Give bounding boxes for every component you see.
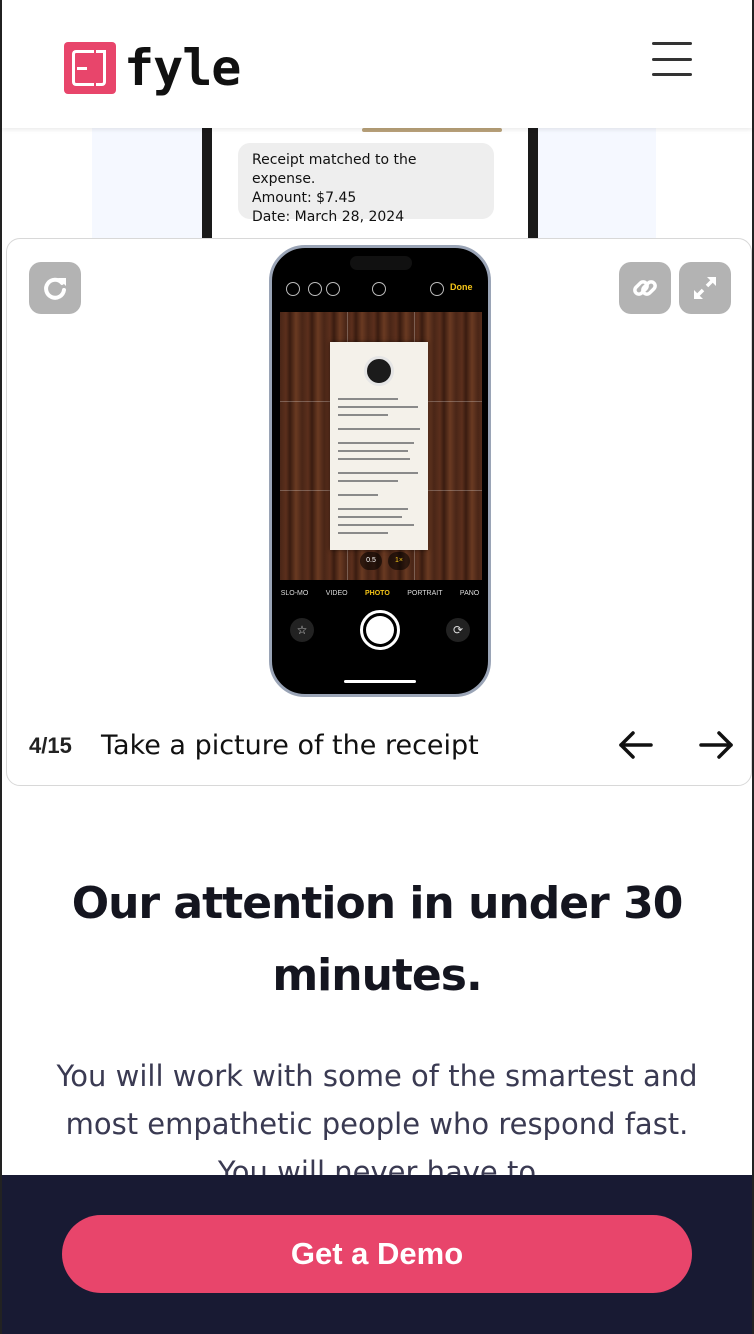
phone-camera-mockup: Done 0.5 1× SLO-MO VIDEO PHOTO PORTRAIT … — [269, 245, 491, 697]
hamburger-menu-icon[interactable] — [652, 42, 692, 76]
arrow-left-icon[interactable] — [615, 727, 655, 763]
site-header: fyle — [2, 0, 752, 128]
copy-link-button[interactable] — [619, 262, 671, 314]
bubble-line: Date: March 28, 2024 — [252, 209, 405, 225]
sticky-cta-bar: Get a Demo — [2, 1175, 752, 1334]
section-body: You will work with some of the smartest … — [56, 1059, 698, 1176]
mode-label: SLO-MO — [280, 590, 309, 597]
receipt-image — [330, 342, 428, 550]
zoom-option: 0.5 — [360, 552, 382, 570]
fullscreen-button[interactable] — [679, 262, 731, 314]
camera-top-controls: Done — [272, 274, 488, 314]
live-icon — [430, 282, 444, 296]
done-label: Done — [450, 282, 473, 292]
camera-modes: SLO-MO VIDEO PHOTO PORTRAIT PANO — [272, 590, 488, 597]
mode-label: PORTRAIT — [407, 590, 443, 597]
zoom-controls: 0.5 1× — [360, 552, 410, 570]
live-photo-icon — [286, 282, 300, 296]
bubble-line: Receipt matched to the expense. — [252, 152, 417, 187]
filter-icon — [326, 282, 340, 296]
walkthrough-card: Done 0.5 1× SLO-MO VIDEO PHOTO PORTRAIT … — [6, 238, 752, 786]
step-counter: 4/15 — [29, 733, 72, 758]
dynamic-island — [350, 256, 412, 270]
fyle-logo[interactable]: fyle — [64, 39, 241, 97]
flash-icon — [308, 282, 322, 296]
refresh-icon — [44, 277, 66, 300]
chevron-up-icon — [372, 282, 386, 296]
arrow-right-icon[interactable] — [697, 727, 737, 763]
step-caption: Take a picture of the receipt — [101, 730, 479, 761]
switch-camera-icon: ⟳ — [446, 618, 470, 642]
mode-label-active: PHOTO — [365, 590, 390, 597]
restart-button[interactable] — [29, 262, 81, 314]
get-demo-button[interactable]: Get a Demo — [62, 1215, 692, 1293]
star-icon: ☆ — [290, 618, 314, 642]
logo-text: fyle — [124, 39, 241, 97]
home-indicator — [344, 680, 416, 683]
expand-icon — [694, 277, 716, 299]
camera-viewfinder: 0.5 1× — [280, 312, 482, 580]
fyle-logo-mark — [64, 42, 116, 94]
receipt-match-bubble: Receipt matched to the expense. Amount: … — [238, 143, 494, 225]
shutter-button — [360, 610, 400, 650]
section-heading: Our attention in under 30 minutes. — [71, 878, 684, 1001]
coffee-logo-icon — [364, 356, 394, 386]
mode-label: VIDEO — [325, 590, 348, 597]
link-icon — [633, 280, 657, 296]
bubble-line: Amount: $7.45 — [252, 190, 357, 206]
mode-label: PANO — [459, 590, 480, 597]
zoom-option-active: 1× — [388, 552, 410, 570]
